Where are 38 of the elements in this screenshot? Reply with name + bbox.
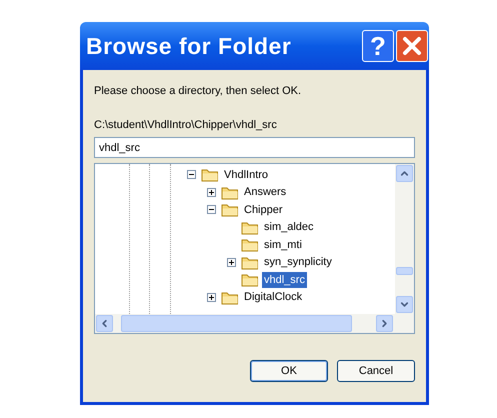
folder-icon [201,167,219,182]
tree-item[interactable]: sim_aldec [262,219,316,236]
tree-item[interactable]: vhdl_src [262,272,307,288]
scroll-thumb[interactable] [121,315,352,332]
cancel-button[interactable]: Cancel [337,360,415,382]
scroll-thumb[interactable] [396,267,413,275]
close-button[interactable] [396,30,428,62]
tree-item[interactable]: Answers [242,184,288,200]
folder-icon [221,184,239,200]
scroll-down-button[interactable] [396,296,413,313]
expand-toggle[interactable] [206,188,216,197]
instruction-text: Please choose a directory, then select OK. [94,84,302,97]
folder-icon [221,290,239,305]
scroll-up-button[interactable] [396,165,413,182]
folder-icon [241,272,259,288]
scroll-right-button[interactable] [376,315,393,332]
horizontal-scrollbar[interactable] [95,314,414,333]
tree-item[interactable]: DigitalClock [242,289,304,306]
folder-name-field[interactable]: vhdl_src [94,137,415,158]
scroll-left-button[interactable] [96,315,113,332]
tree-item[interactable]: VhdlIntro [222,166,270,183]
collapse-toggle[interactable] [186,170,196,180]
folder-icon [221,202,239,218]
collapse-toggle[interactable] [206,205,216,214]
folder-icon [241,254,259,270]
window-title: Browse for Folder [86,32,292,61]
help-button[interactable]: ? [362,30,394,62]
tree-item[interactable]: syn_synplicity [262,254,334,270]
tree-item[interactable]: sim_mti [262,236,304,253]
vertical-scrollbar[interactable] [395,164,414,314]
folder-icon [241,237,259,252]
close-icon [402,36,422,56]
expand-toggle[interactable] [226,258,236,267]
expand-toggle[interactable] [206,292,216,302]
path-text: C:\student\VhdlIntro\Chipper\vhdl_src [94,118,278,131]
ok-button[interactable]: OK [250,360,328,382]
tree-item[interactable]: Chipper [242,202,285,218]
folder-icon [241,220,259,235]
